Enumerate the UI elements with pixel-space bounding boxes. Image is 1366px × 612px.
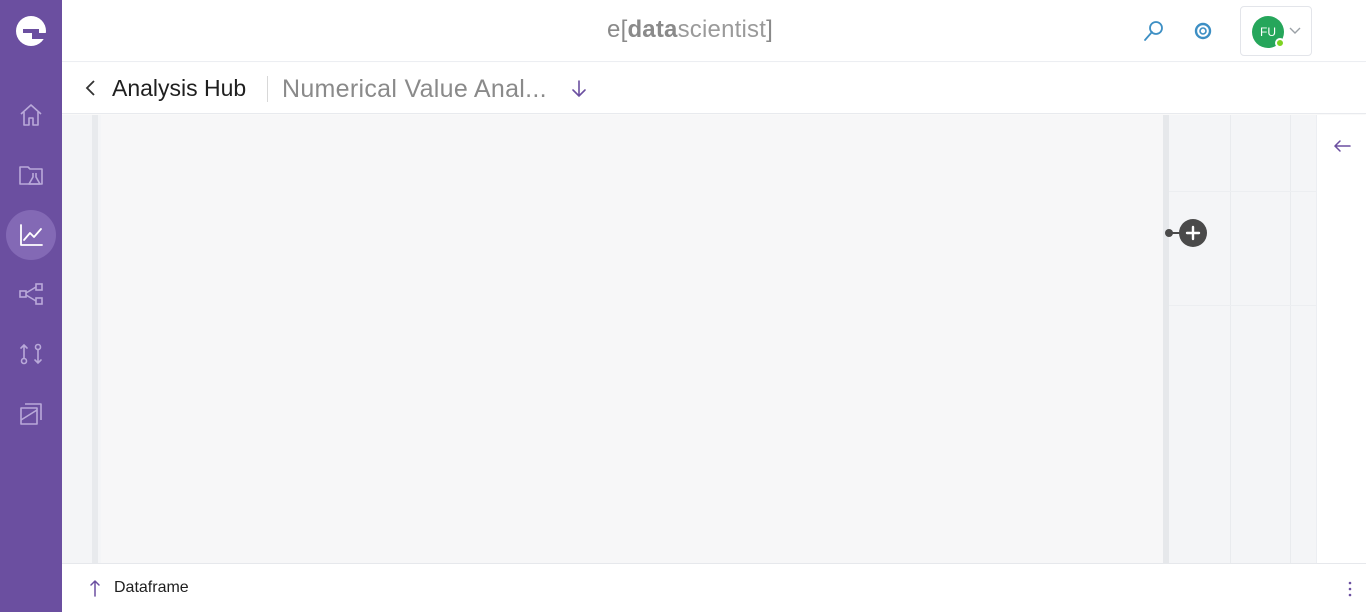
lifebuoy-icon (1194, 22, 1212, 40)
expand-dataframe-button[interactable] (86, 577, 104, 599)
sidebar-item-pipelines[interactable] (6, 329, 56, 379)
panel-left-border (92, 115, 98, 563)
arrow-down-icon (572, 80, 586, 98)
plus-icon (1185, 225, 1201, 241)
analysis-canvas[interactable] (62, 115, 1316, 563)
search-button[interactable] (1141, 18, 1167, 44)
sidebar (0, 0, 62, 612)
compare-arrows-icon (20, 343, 42, 365)
home-icon (20, 104, 42, 126)
right-panel-rail (1316, 115, 1366, 563)
analysis-name[interactable]: Numerical Value Anal... (282, 75, 547, 104)
sidebar-item-home[interactable] (6, 90, 56, 140)
download-button[interactable] (568, 78, 590, 100)
chevron-down-icon (1289, 27, 1301, 34)
add-node-button[interactable] (1179, 219, 1207, 247)
canvas-empty-area (1169, 115, 1316, 563)
share-nodes-icon (19, 283, 43, 305)
line-chart-icon (20, 224, 43, 246)
kebab-menu-icon (1348, 581, 1352, 597)
sidebar-item-projects[interactable] (6, 150, 56, 200)
more-options-button[interactable] (1342, 578, 1358, 600)
stacked-cards-icon (20, 403, 42, 425)
page-title[interactable]: Analysis Hub (112, 75, 246, 102)
node-panel[interactable] (101, 115, 1163, 563)
arrow-up-icon (90, 579, 100, 597)
arrow-left-icon (1333, 140, 1351, 152)
sidebar-item-reports[interactable] (6, 389, 56, 439)
bottom-bar: Dataframe (62, 563, 1366, 612)
sidebar-item-analysis-hub[interactable] (6, 210, 56, 260)
top-bar: e[datascientist] FU (62, 0, 1366, 62)
folder-flask-icon (19, 166, 43, 185)
help-button[interactable] (1190, 18, 1216, 44)
avatar-initials: FU (1260, 25, 1276, 39)
breadcrumb: Analysis Hub Numerical Value Anal... (62, 63, 1366, 114)
breadcrumb-divider (267, 76, 268, 102)
app-logo[interactable] (16, 16, 46, 46)
dataframe-tab[interactable]: Dataframe (114, 579, 189, 597)
back-button[interactable] (80, 77, 100, 99)
expand-panel-button[interactable] (1330, 135, 1354, 157)
search-icon (1144, 21, 1163, 41)
online-status-indicator (1275, 38, 1285, 48)
brand-wordmark: e[datascientist] (607, 16, 773, 43)
user-menu[interactable]: FU (1240, 6, 1312, 56)
sidebar-item-workflows[interactable] (6, 269, 56, 319)
chevron-left-icon (85, 80, 95, 96)
